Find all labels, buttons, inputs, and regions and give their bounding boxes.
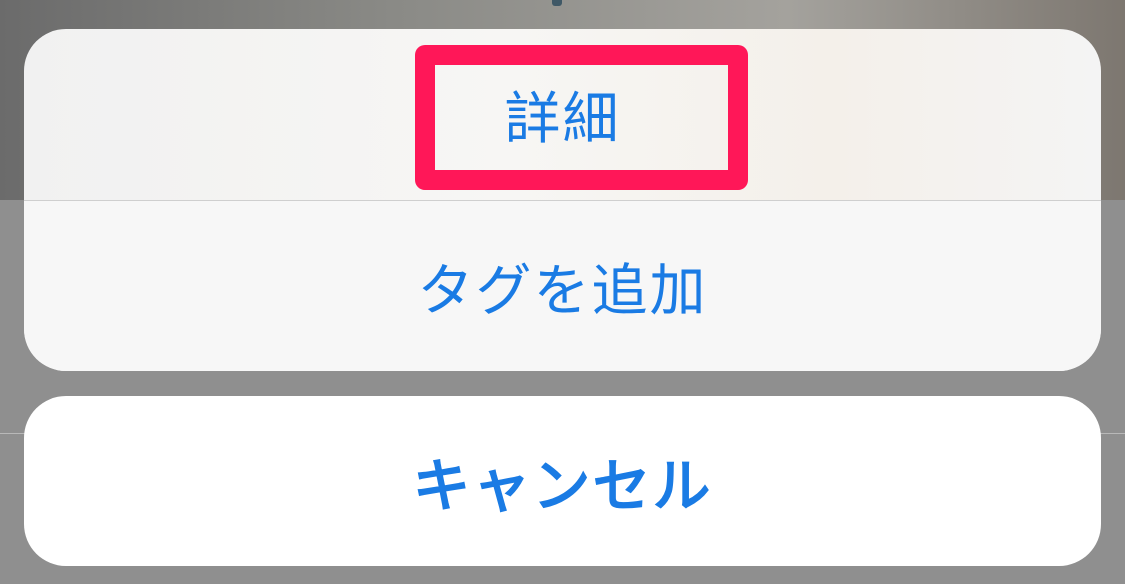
action-sheet-group: 詳細 タグを追加 bbox=[24, 29, 1101, 371]
cancel-button-label: キャンセル bbox=[412, 452, 713, 520]
details-action-button[interactable]: 詳細 bbox=[24, 29, 1101, 200]
backdrop-divider bbox=[0, 433, 26, 434]
photo-detail bbox=[552, 0, 562, 6]
details-action-label: 詳細 bbox=[504, 87, 621, 152]
add-tag-action-button[interactable]: タグを追加 bbox=[24, 201, 1101, 371]
cancel-button[interactable]: キャンセル bbox=[24, 396, 1101, 566]
backdrop-divider bbox=[1100, 433, 1125, 434]
add-tag-action-label: タグを追加 bbox=[417, 258, 708, 324]
